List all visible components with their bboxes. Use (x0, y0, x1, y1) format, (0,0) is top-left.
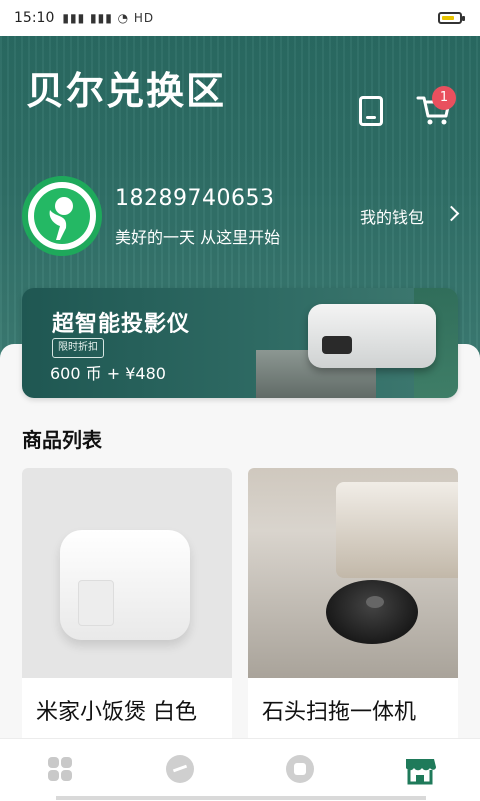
battery-icon (438, 12, 465, 24)
signal-icons: ▮▮▮ ▮▮▮ ◔ HD (62, 11, 155, 25)
grid-icon[interactable] (42, 751, 78, 787)
projector-lens (322, 336, 352, 354)
wallet-link[interactable]: 我的钱包 (360, 204, 424, 228)
product-name: 石头扫拖一体机 (262, 700, 417, 725)
banner-tag: 限时折扣 (52, 338, 104, 358)
page-title: 贝尔兑换区 (26, 69, 227, 113)
avatar-image (34, 188, 90, 244)
product-image (22, 468, 232, 678)
product-card[interactable]: 米家小饭煲 白色 (22, 468, 232, 758)
avatar[interactable] (22, 176, 102, 256)
cooker-panel (78, 580, 114, 626)
section-title: 商品列表 (22, 428, 102, 452)
bottom-tab-bar (0, 738, 480, 801)
promo-banner[interactable]: 超智能投影仪 限时折扣 600 币 + ¥480 (22, 288, 458, 398)
chat-icon[interactable] (162, 751, 198, 787)
product-card[interactable]: 石头扫拖一体机 (248, 468, 458, 758)
banner-price: 600 币 + ¥480 (50, 364, 166, 383)
user-slogan: 美好的一天 从这里开始 (115, 228, 281, 247)
cart-badge: 1 (432, 86, 456, 110)
orders-icon[interactable] (359, 96, 383, 126)
store-icon[interactable] (402, 751, 438, 787)
status-time: 15:10 (14, 10, 55, 26)
status-bar: 15:10 ▮▮▮ ▮▮▮ ◔ HD (0, 0, 480, 36)
circle-icon[interactable] (282, 751, 318, 787)
robot-sensor (366, 596, 384, 608)
product-image (248, 468, 458, 678)
bed-shape (336, 482, 458, 578)
network-label: HD (133, 11, 155, 25)
robot-vacuum-shape (326, 580, 418, 644)
user-phone: 18289740653 (115, 186, 275, 211)
product-name: 米家小饭煲 白色 (36, 700, 197, 725)
banner-title: 超智能投影仪 (52, 312, 191, 337)
home-indicator (56, 796, 426, 800)
